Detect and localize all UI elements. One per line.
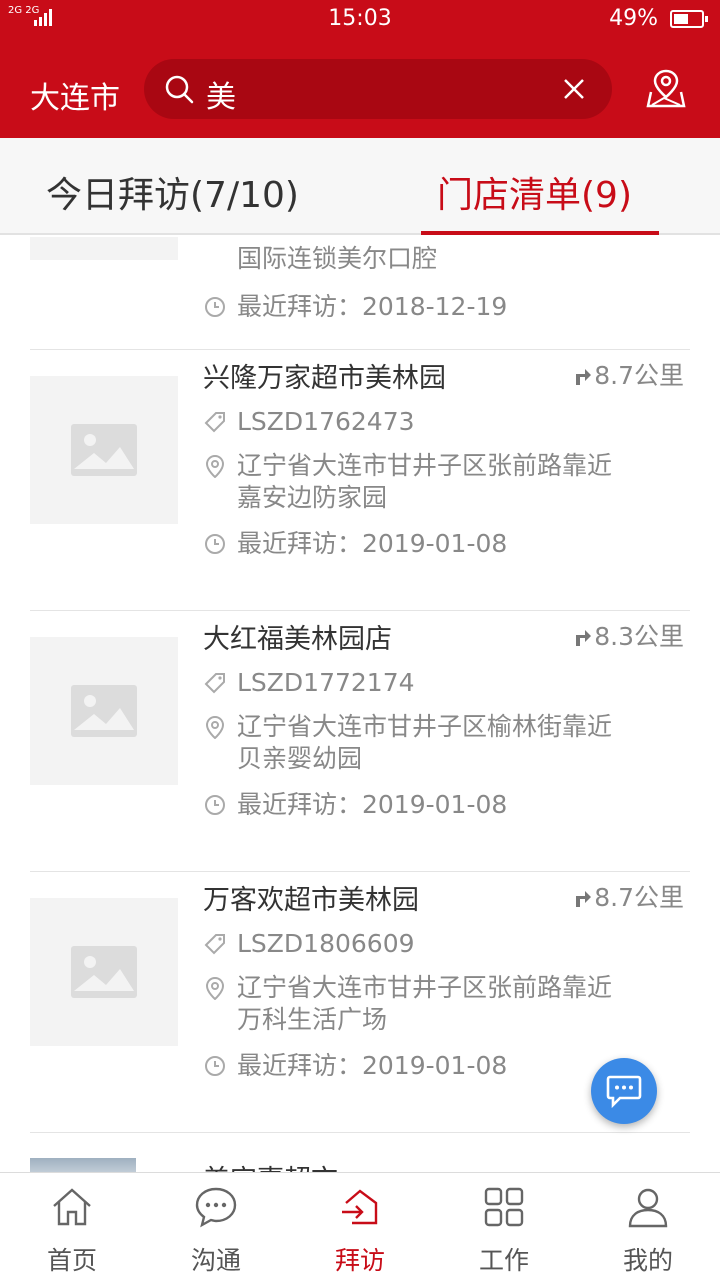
message-icon: [606, 1075, 642, 1108]
store-name: 美宜嘉超市: [203, 1158, 338, 1172]
visit-icon: [342, 1189, 378, 1225]
list-item[interactable]: 国际连锁美尔口腔 最近拜访：2018-12-19: [30, 237, 690, 350]
tabbar-item-chat[interactable]: 沟通: [144, 1173, 288, 1280]
tag-icon: [204, 934, 225, 955]
list-item[interactable]: 大红福美林园店 8.3公里 LSZD1772174 辽宁省大连市甘井子区榆林街靠…: [30, 611, 690, 872]
tabbar-item-mine[interactable]: 我的: [576, 1173, 720, 1280]
store-name: 万客欢超市美林园: [203, 885, 419, 916]
store-thumbnail: [30, 237, 178, 260]
chat-fab-button[interactable]: [591, 1058, 657, 1124]
battery-icon: [670, 10, 708, 28]
location-pin-icon: [205, 976, 225, 1000]
navigate-icon: [576, 630, 592, 646]
store-list[interactable]: 国际连锁美尔口腔 最近拜访：2018-12-19 兴隆万家超市美林园 8.7公里: [0, 237, 720, 1172]
image-placeholder-icon: [71, 946, 137, 998]
tab-store-list[interactable]: 门店清单(9): [437, 166, 632, 218]
clock-icon: [205, 795, 225, 815]
navigate-icon: [576, 369, 592, 385]
list-item[interactable]: 美宜嘉超市: [30, 1158, 690, 1172]
bottom-tab-bar: 首页 沟通 拜访 工作 我的: [0, 1172, 720, 1280]
status-bar: 2G 2G 15:03 49%: [0, 0, 720, 40]
clock-icon: [205, 1056, 225, 1076]
person-icon: [628, 1188, 668, 1228]
tab-today-visits[interactable]: 今日拜访(7/10): [46, 166, 299, 218]
active-tab-indicator: [421, 231, 659, 235]
chat-icon: [195, 1187, 237, 1228]
clock-icon: [205, 534, 225, 554]
store-thumbnail: [30, 1158, 136, 1172]
search-input[interactable]: 美: [206, 72, 236, 116]
store-thumbnail: [30, 637, 178, 785]
home-icon: [53, 1188, 91, 1226]
battery-percent: 49%: [609, 6, 658, 31]
store-name: 大红福美林园店: [203, 624, 392, 655]
store-distance: 8.7公里: [572, 878, 684, 914]
search-icon: [165, 75, 194, 104]
navigate-icon: [576, 891, 592, 907]
image-placeholder-icon: [71, 685, 137, 737]
tab-bar: 今日拜访(7/10) 门店清单(9): [0, 138, 720, 235]
search-bar[interactable]: 美: [144, 59, 612, 119]
grid-icon: [484, 1187, 524, 1227]
store-thumbnail: [30, 376, 178, 524]
tag-icon: [204, 673, 225, 694]
city-selector[interactable]: 大连市: [30, 73, 120, 117]
map-location-icon[interactable]: [646, 68, 686, 108]
location-pin-icon: [205, 715, 225, 739]
store-name: 兴隆万家超市美林园: [203, 363, 446, 394]
image-placeholder-icon: [71, 424, 137, 476]
tabbar-item-work[interactable]: 工作: [432, 1173, 576, 1280]
store-distance: 8.7公里: [572, 356, 684, 392]
clock-icon: [205, 297, 225, 317]
list-item[interactable]: 兴隆万家超市美林园 8.7公里 LSZD1762473 辽宁省大连市甘井子区张前…: [30, 350, 690, 611]
app-header: 大连市 美: [0, 40, 720, 138]
tag-icon: [204, 412, 225, 433]
store-distance: 8.3公里: [572, 617, 684, 653]
store-thumbnail: [30, 898, 178, 1046]
clear-icon[interactable]: [562, 77, 586, 101]
tabbar-item-visit[interactable]: 拜访: [288, 1173, 432, 1280]
tabbar-item-home[interactable]: 首页: [0, 1173, 144, 1280]
location-pin-icon: [205, 454, 225, 478]
